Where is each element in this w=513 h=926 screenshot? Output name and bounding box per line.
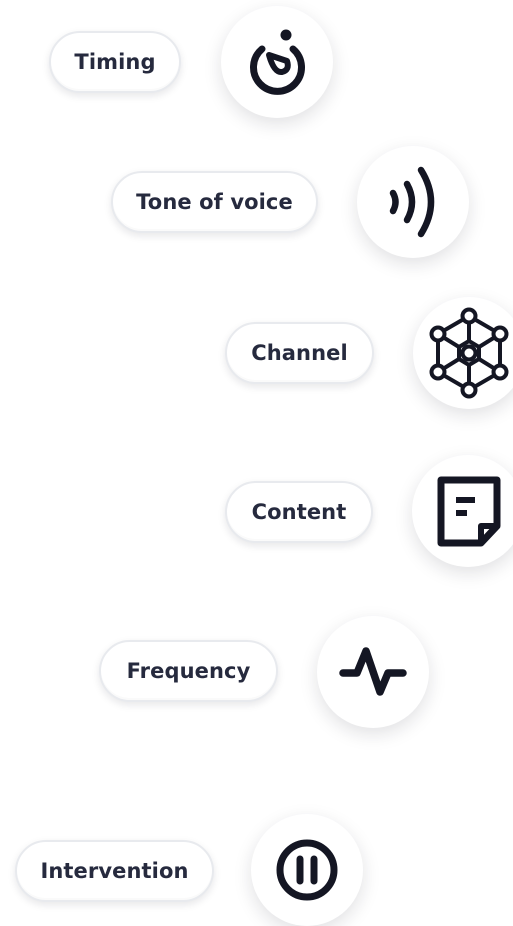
sound-waves-icon xyxy=(389,166,435,238)
option-content-button[interactable] xyxy=(412,455,513,567)
option-tone-of-voice-label: Tone of voice xyxy=(136,190,293,214)
option-intervention-label: Intervention xyxy=(40,859,189,883)
option-intervention-pill[interactable]: Intervention xyxy=(15,840,214,902)
option-timing-button[interactable] xyxy=(221,6,333,118)
option-channel-label: Channel xyxy=(251,341,348,365)
pause-icon xyxy=(276,839,338,901)
option-frequency-button[interactable] xyxy=(317,616,429,728)
note-icon xyxy=(437,476,501,547)
option-content-label: Content xyxy=(251,500,347,524)
option-tone-of-voice-button[interactable] xyxy=(357,146,469,258)
network-icon xyxy=(429,307,509,399)
option-channel-pill[interactable]: Channel xyxy=(225,322,374,384)
timer-icon xyxy=(250,29,305,95)
option-frequency-label: Frequency xyxy=(126,659,251,683)
option-content-pill[interactable]: Content xyxy=(225,481,373,543)
option-timing-pill[interactable]: Timing xyxy=(49,31,181,93)
option-intervention-button[interactable] xyxy=(251,814,363,926)
option-channel-button[interactable] xyxy=(413,297,513,409)
option-timing-label: Timing xyxy=(74,50,156,74)
option-frequency-pill[interactable]: Frequency xyxy=(99,640,278,702)
pulse-icon xyxy=(339,647,407,696)
option-tone-of-voice-pill[interactable]: Tone of voice xyxy=(111,171,318,233)
